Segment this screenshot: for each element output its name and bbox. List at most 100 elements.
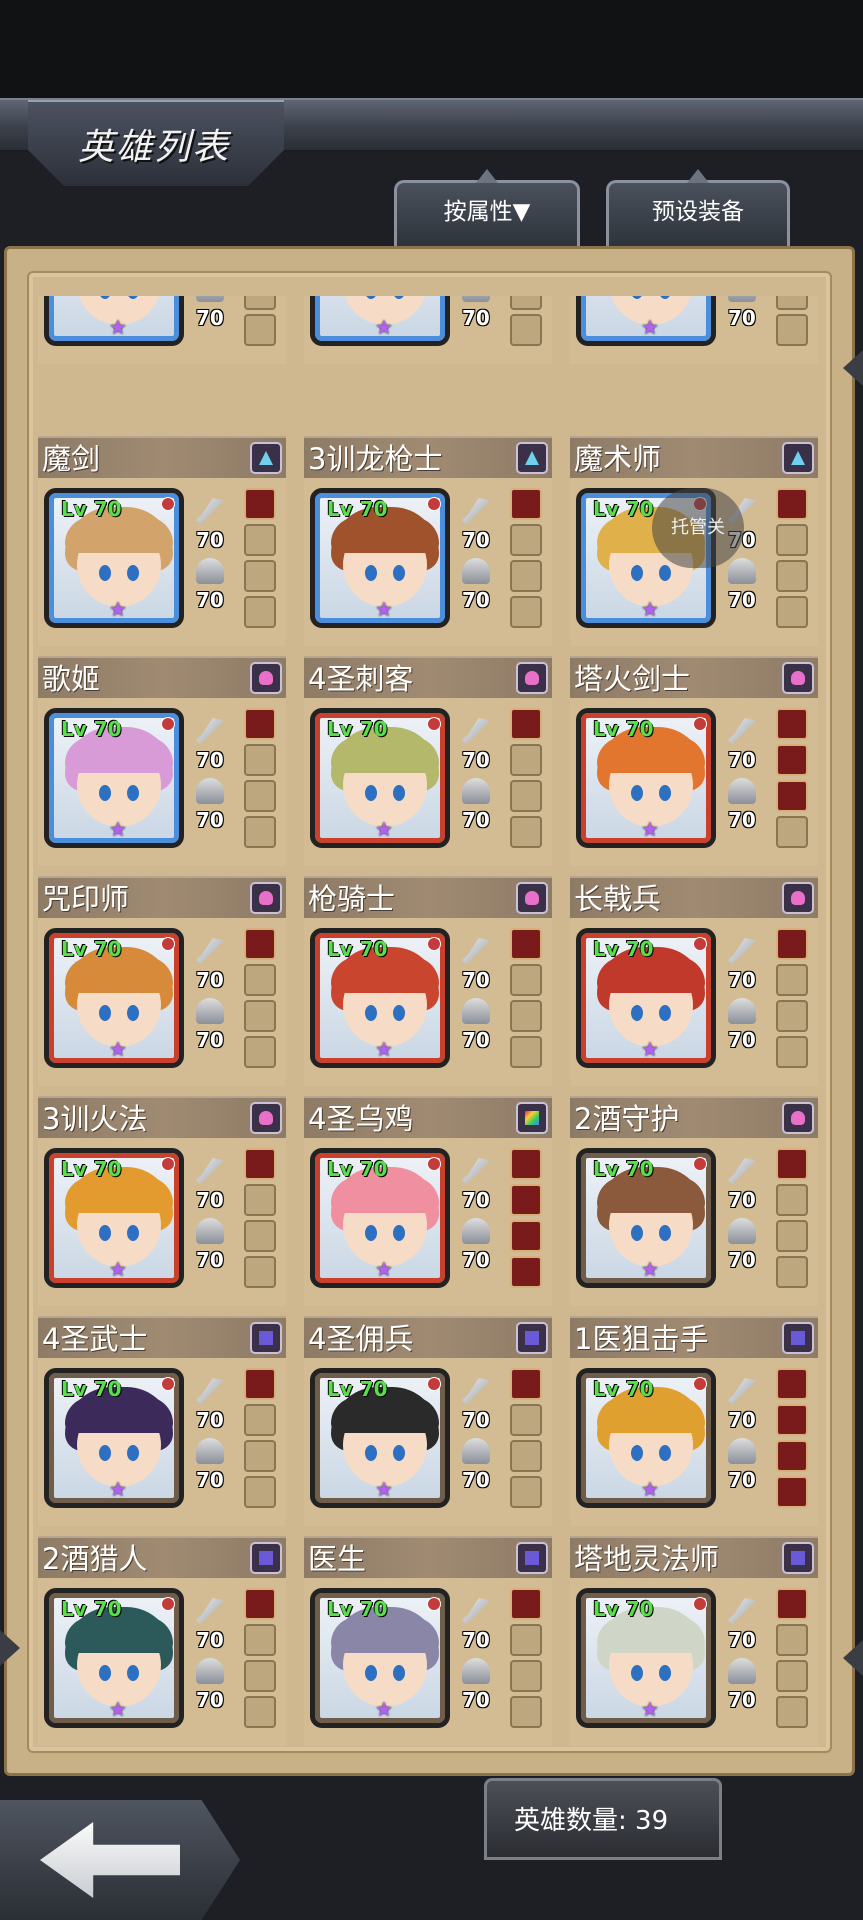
equipment-slot[interactable]	[510, 744, 542, 776]
equipment-slot[interactable]	[776, 560, 808, 592]
equipment-slot[interactable]	[244, 1368, 276, 1400]
hero-card[interactable]: 3训龙枪士 Lv 70 ★ 70 70	[304, 436, 552, 646]
equipment-slot[interactable]	[776, 780, 808, 812]
hero-card[interactable]: ★7070	[38, 296, 286, 364]
equipment-slot[interactable]	[244, 928, 276, 960]
equipment-slot[interactable]	[244, 1000, 276, 1032]
equipment-slot[interactable]	[244, 524, 276, 556]
equipment-slot[interactable]	[244, 780, 276, 812]
hero-portrait[interactable]: Lv 70 ★	[310, 708, 450, 848]
equipment-slot[interactable]	[244, 1660, 276, 1692]
equipment-slot[interactable]	[244, 1404, 276, 1436]
equipment-slot[interactable]	[776, 744, 808, 776]
equipment-slot[interactable]	[510, 560, 542, 592]
equipment-slot[interactable]	[244, 596, 276, 628]
equipment-slot[interactable]	[244, 314, 276, 346]
equipment-slot[interactable]	[244, 1184, 276, 1216]
equipment-slot[interactable]	[776, 1404, 808, 1436]
equipment-slot[interactable]	[244, 1624, 276, 1656]
equipment-slot[interactable]	[510, 1660, 542, 1692]
equipment-slot[interactable]	[510, 708, 542, 740]
equipment-slot[interactable]	[244, 1696, 276, 1728]
equipment-slot[interactable]	[776, 1440, 808, 1472]
equipment-slot[interactable]	[244, 816, 276, 848]
equipment-slot[interactable]	[244, 744, 276, 776]
equipment-slot[interactable]	[510, 1476, 542, 1508]
hero-card[interactable]: 医生 Lv 70 ★ 70 70	[304, 1536, 552, 1746]
equipment-slot[interactable]	[776, 1696, 808, 1728]
equipment-slot[interactable]	[776, 1036, 808, 1068]
equipment-slot[interactable]	[510, 296, 542, 310]
sort-by-attribute-button[interactable]: 按属性▼	[394, 180, 580, 247]
equipment-slot[interactable]	[776, 596, 808, 628]
equipment-slot[interactable]	[510, 488, 542, 520]
hero-portrait[interactable]: Lv 70 ★	[44, 1588, 184, 1728]
equipment-slot[interactable]	[776, 1220, 808, 1252]
equipment-slot[interactable]	[776, 1184, 808, 1216]
hero-card[interactable]: 3训火法 Lv 70 ★ 70 70	[38, 1096, 286, 1306]
hero-portrait[interactable]: Lv 70 ★	[44, 928, 184, 1068]
equipment-slot[interactable]	[510, 1184, 542, 1216]
hero-portrait[interactable]: Lv 70 ★	[576, 1588, 716, 1728]
hero-card[interactable]: 歌姬 Lv 70 ★ 70 70	[38, 656, 286, 866]
hero-portrait[interactable]: Lv 70 ★	[44, 1368, 184, 1508]
hero-portrait[interactable]: ★	[576, 296, 716, 346]
equipment-slot[interactable]	[244, 1256, 276, 1288]
equipment-slot[interactable]	[510, 1256, 542, 1288]
equipment-slot[interactable]	[244, 296, 276, 310]
hero-card[interactable]: 塔火剑士 Lv 70 ★ 70 70	[570, 656, 818, 866]
hero-card[interactable]: 咒印师 Lv 70 ★ 70 70	[38, 876, 286, 1086]
equipment-slot[interactable]	[510, 524, 542, 556]
equipment-slot[interactable]	[776, 488, 808, 520]
equipment-slot[interactable]	[510, 780, 542, 812]
hero-portrait[interactable]: Lv 70 ★	[576, 928, 716, 1068]
equipment-slot[interactable]	[244, 1440, 276, 1472]
hero-portrait[interactable]: Lv 70 ★	[576, 708, 716, 848]
equipment-slot[interactable]	[244, 964, 276, 996]
equipment-slot[interactable]	[510, 964, 542, 996]
equipment-slot[interactable]	[776, 1624, 808, 1656]
hero-card[interactable]: 魔剑 Lv 70 ★ 70 70	[38, 436, 286, 646]
hero-portrait[interactable]: ★	[310, 296, 450, 346]
equipment-slot[interactable]	[776, 928, 808, 960]
equipment-slot[interactable]	[776, 1476, 808, 1508]
equipment-slot[interactable]	[510, 1036, 542, 1068]
equipment-slot[interactable]	[244, 560, 276, 592]
equipment-slot[interactable]	[776, 1368, 808, 1400]
hero-card[interactable]: 4圣武士 Lv 70 ★ 70 70	[38, 1316, 286, 1526]
hero-card[interactable]: 长戟兵 Lv 70 ★ 70 70	[570, 876, 818, 1086]
equipment-slot[interactable]	[776, 524, 808, 556]
equipment-slot[interactable]	[244, 1476, 276, 1508]
hero-portrait[interactable]: Lv 70 ★	[310, 488, 450, 628]
hero-card[interactable]: 4圣佣兵 Lv 70 ★ 70 70	[304, 1316, 552, 1526]
equipment-slot[interactable]	[244, 488, 276, 520]
hero-portrait[interactable]: Lv 70 ★	[310, 1368, 450, 1508]
equipment-slot[interactable]	[244, 1036, 276, 1068]
equipment-slot[interactable]	[510, 1588, 542, 1620]
equipment-slot[interactable]	[244, 1220, 276, 1252]
hero-portrait[interactable]: Lv 70 ★	[310, 1588, 450, 1728]
equipment-slot[interactable]	[510, 1148, 542, 1180]
hero-portrait[interactable]: Lv 70 ★	[44, 488, 184, 628]
hero-card[interactable]: 1医狙击手 Lv 70 ★ 70 70	[570, 1316, 818, 1526]
equipment-slot[interactable]	[776, 1660, 808, 1692]
preset-equipment-button[interactable]: 预设装备	[606, 180, 790, 247]
equipment-slot[interactable]	[776, 296, 808, 310]
hero-card[interactable]: 塔地灵法师 Lv 70 ★ 70 70	[570, 1536, 818, 1746]
hero-portrait[interactable]: Lv 70 ★	[310, 928, 450, 1068]
equipment-slot[interactable]	[776, 708, 808, 740]
auto-play-toggle[interactable]: 托管关	[652, 488, 744, 568]
hero-portrait[interactable]: Lv 70 ★	[44, 1148, 184, 1288]
hero-card[interactable]: 4圣乌鸡 Lv 70 ★ 70 70	[304, 1096, 552, 1306]
equipment-slot[interactable]	[776, 964, 808, 996]
equipment-slot[interactable]	[510, 596, 542, 628]
hero-card[interactable]: ★7070	[304, 296, 552, 364]
equipment-slot[interactable]	[510, 928, 542, 960]
equipment-slot[interactable]	[510, 816, 542, 848]
equipment-slot[interactable]	[244, 708, 276, 740]
hero-portrait[interactable]: Lv 70 ★	[576, 1148, 716, 1288]
hero-card[interactable]: 4圣刺客 Lv 70 ★ 70 70	[304, 656, 552, 866]
equipment-slot[interactable]	[510, 1220, 542, 1252]
equipment-slot[interactable]	[776, 1256, 808, 1288]
hero-card[interactable]: 2酒守护 Lv 70 ★ 70 70	[570, 1096, 818, 1306]
